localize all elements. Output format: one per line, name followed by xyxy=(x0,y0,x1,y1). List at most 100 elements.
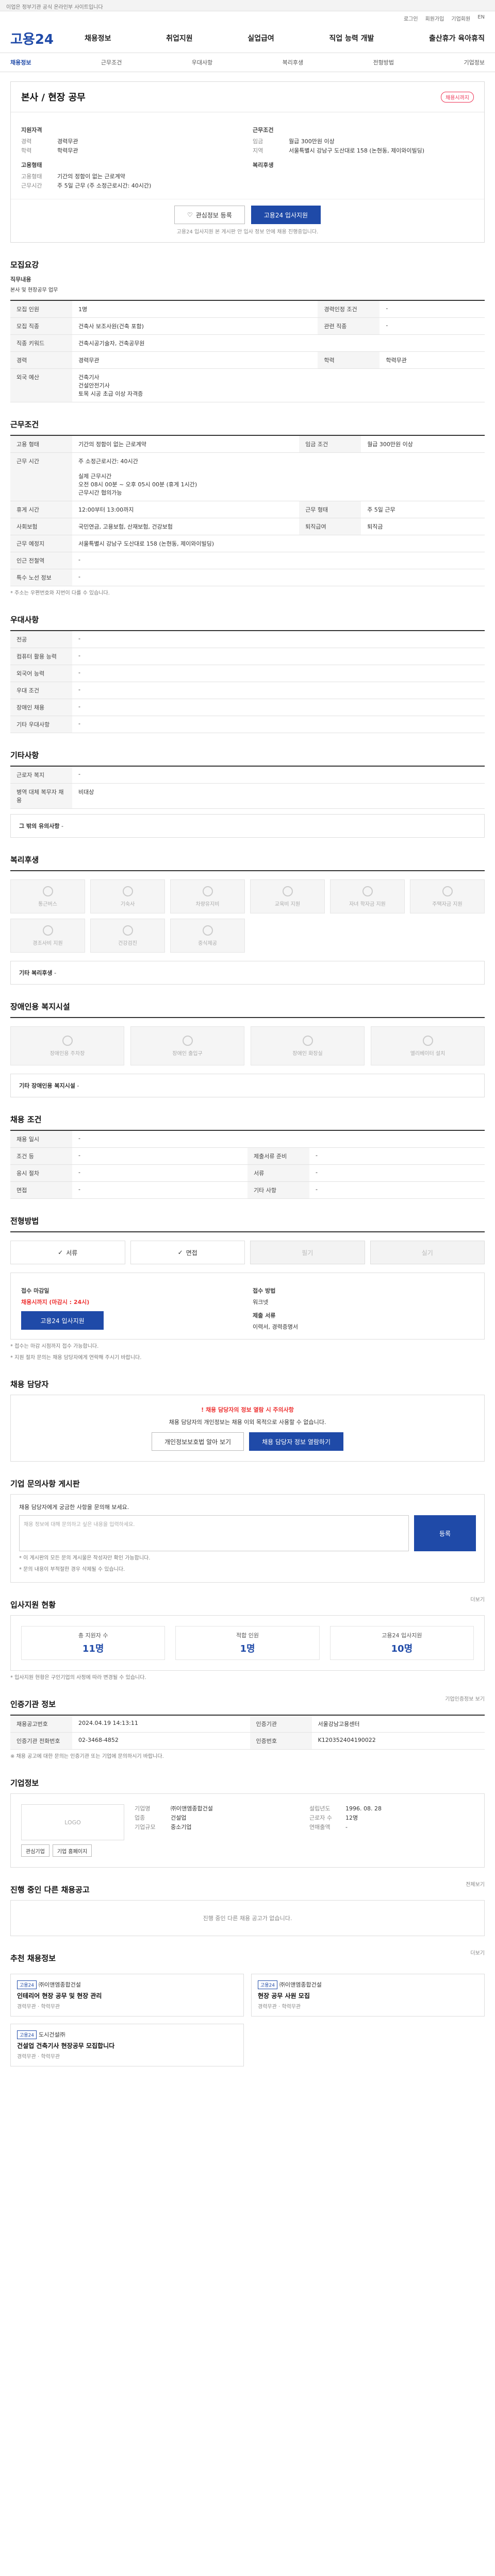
privacy-law-button[interactable]: 개인정보보호법 알아 보기 xyxy=(152,1432,244,1451)
cell-value: - xyxy=(380,300,485,318)
cell-key: 근무 예정지 xyxy=(10,535,72,552)
cert-more-link[interactable]: 기업인증정보 보기 xyxy=(445,1694,485,1702)
cell-key: 근무 시간 xyxy=(10,452,72,501)
cell-key: 고용 형태 xyxy=(10,435,72,453)
access-other-key: 기타 장애인용 복지시설 xyxy=(19,1082,75,1089)
tab-recruit[interactable]: 채용정보 xyxy=(10,58,31,66)
docs-heading: 제출 서류 xyxy=(253,1312,276,1319)
table-row: 면접 - 기타 사항 - xyxy=(10,1181,485,1199)
corp-member-link[interactable]: 기업회원 xyxy=(451,14,470,22)
recommend-card[interactable]: 고용24 ㈜이앤엠종합건설 인테리어 현장 공무 및 현장 관리 경력무관 · 학력무… xyxy=(10,1974,244,2016)
check-icon: ✓ xyxy=(177,1249,183,1256)
tab-preference[interactable]: 우대사항 xyxy=(192,58,212,66)
kv-key: 임금 xyxy=(253,138,263,145)
field-value: - xyxy=(345,1824,348,1831)
cell-value: 건축사 보조사원(건축 포함) xyxy=(72,317,318,335)
contact-warning: ! 채용 담당자의 정보 열람 시 주의사항 xyxy=(201,1406,294,1413)
welfare-card: 중식제공 xyxy=(170,919,245,953)
access-card: 장애인 출입구 xyxy=(130,1026,244,1065)
gnb-benefit[interactable]: 실업급여 xyxy=(248,33,274,43)
save-interest-label: 관심정보 등록 xyxy=(195,211,232,219)
etc-extra-key: 그 밖의 유의사항 xyxy=(19,823,60,829)
qna-submit-button[interactable]: 등록 xyxy=(414,1515,476,1551)
recruit-table: 모집 인원 1명 경력인정 조건 - 모집 직종 건축사 보조사원(건축 포함) 관련 직종… xyxy=(10,300,485,402)
view-contact-button[interactable]: 채용 담당자 정보 열람하기 xyxy=(249,1432,343,1451)
table-row: 장애인 채용 - xyxy=(10,699,485,716)
etc-table: 근로자 복지 - 병역 대체 복무자 채용 비대상 xyxy=(10,766,485,809)
method-written: 필기 xyxy=(250,1241,365,1264)
welfare-label: 건강검진 xyxy=(118,940,137,946)
cell-key: 학력 xyxy=(318,351,380,369)
recommend-title[interactable]: 현장 공무 사원 모집 xyxy=(258,1991,478,2000)
conditions-table: 고용 형태 기간의 정함이 없는 근로계약 임금 조건 월급 300만원 이상 근무 시… xyxy=(10,435,485,586)
apply-button-2[interactable]: 고용24 입사지원 xyxy=(21,1311,104,1330)
table-row: 휴게 시간 12:00부터 13:00까지 근무 형태 주 5일 근무 xyxy=(10,501,485,518)
qna-heading: 기업 문의사항 게시판 xyxy=(10,1479,80,1488)
interest-company-button[interactable]: 관심기업 xyxy=(21,1844,50,1857)
table-row: 근무 시간 주 소정근로시간: 40시간 실제 근무시간 오전 08시 00분 ~… xyxy=(10,452,485,501)
cell-key: 서류 xyxy=(248,1164,309,1182)
field-value: 중소기업 xyxy=(171,1824,192,1831)
stat-value: 10명 xyxy=(391,1643,413,1654)
cell-key: 채용 일시 xyxy=(10,1130,72,1148)
recommend-card[interactable]: 고용24 ㈜이앤엠종합건설 현장 공무 사원 모집 경력무관 · 학력무관 xyxy=(251,1974,485,2016)
save-interest-button[interactable]: ♡ 관심정보 등록 xyxy=(174,206,245,224)
preference-heading: 우대사항 xyxy=(10,615,39,624)
recommend-top: 고용24 ㈜이앤엠종합건설 xyxy=(258,1980,478,1989)
login-link[interactable]: 로그인 xyxy=(404,14,418,22)
recommend-title[interactable]: 인테리어 현장 공무 및 현장 관리 xyxy=(17,1991,237,2000)
access-label: 장애인 출입구 xyxy=(172,1050,203,1057)
company-homepage-button[interactable]: 기업 홈페이지 xyxy=(52,1844,92,1857)
tab-company[interactable]: 기업정보 xyxy=(464,58,484,66)
recommend-title[interactable]: 건설업 건축기사 현장공무 모집합니다 xyxy=(17,2041,237,2050)
field-value: ㈜이앤엠종합건설 xyxy=(171,1805,213,1812)
recommend-grid: 고용24 ㈜이앤엠종합건설 인테리어 현장 공무 및 현장 관리 경력무관 · 학력무… xyxy=(10,1974,485,2066)
table-row: 조건 등 - 제출서류 준비 - xyxy=(10,1147,485,1165)
gnb-training[interactable]: 직업 능력 개발 xyxy=(329,33,374,43)
recommend-heading: 추천 채용정보 xyxy=(10,1954,56,1963)
welfare-grid: 통근버스 기숙사 차량유지비 교육비 지원 자녀 학자금 지원 주택자금 지원 경조사비 지… xyxy=(10,870,485,956)
stat-label: 적합 인원 xyxy=(236,1632,259,1639)
gnb-support[interactable]: 취업지원 xyxy=(166,33,193,43)
cell-key: 병역 대체 복무자 채용 xyxy=(10,783,72,809)
source-tag: 고용24 xyxy=(17,2030,37,2039)
lang-link[interactable]: EN xyxy=(477,14,485,21)
cell-key: 직종 키워드 xyxy=(10,334,72,352)
recruit-heading: 모집요강 xyxy=(10,260,39,269)
welfare-icon xyxy=(202,925,213,936)
tab-conditions[interactable]: 근무조건 xyxy=(101,58,122,66)
cell-value: - xyxy=(72,648,485,665)
gnb-jobs[interactable]: 채용정보 xyxy=(85,33,111,43)
cell-value: K120352404190022 xyxy=(311,1732,485,1750)
gnb-leave[interactable]: 출산휴가 육아휴직 xyxy=(429,33,485,43)
site-logo[interactable]: 고용24 xyxy=(10,29,54,48)
apply-button[interactable]: 고용24 입사지원 xyxy=(251,206,321,224)
cell-value: - xyxy=(72,665,485,682)
company-name: 도시건설㈜ xyxy=(39,2031,65,2038)
tab-method[interactable]: 전형방법 xyxy=(373,58,394,66)
recommend-more-link[interactable]: 더보기 xyxy=(470,1948,485,1956)
section-tabs: 채용정보 근무조건 우대사항 복리후생 전형방법 기업정보 xyxy=(0,53,495,72)
cell-key: 인증기관 xyxy=(250,1715,312,1733)
company-info-left: 기업명 ㈜이앤엠종합건설 업종 건설업 기업규모 중소기업 xyxy=(135,1804,299,1857)
recommend-card[interactable]: 고용24 도시건설㈜ 건설업 건축기사 현장공무 모집합니다 경력무관 · 학력무관 xyxy=(10,2024,244,2066)
cell-value: - xyxy=(309,1164,485,1182)
access-other-value: - xyxy=(77,1082,79,1089)
stat-total: 총 지원자 수 11명 xyxy=(21,1626,166,1660)
cell-value: - xyxy=(309,1147,485,1165)
welfare-section-heading: 복리후생 xyxy=(10,855,39,865)
signup-link[interactable]: 회원가입 xyxy=(425,14,444,22)
qna-textarea[interactable]: 채용 정보에 대해 문의하고 싶은 내용을 입력하세요. xyxy=(19,1515,409,1551)
company-field: 근로자 수 12명 xyxy=(309,1814,474,1823)
status-more-link[interactable]: 더보기 xyxy=(470,1595,485,1603)
tab-welfare[interactable]: 복리후생 xyxy=(283,58,303,66)
kv-key: 학력 xyxy=(21,147,32,154)
table-row: 우대 조건 - xyxy=(10,682,485,699)
table-row: 고용 형태 기간의 정함이 없는 근로계약 임금 조건 월급 300만원 이상 xyxy=(10,435,485,453)
cell-value: - xyxy=(72,1181,248,1199)
cell-value: - xyxy=(72,682,485,699)
other-jobs-more-link[interactable]: 전체보기 xyxy=(466,1880,485,1888)
access-label: 장애인 화장실 xyxy=(292,1050,323,1057)
stat-label: 총 지원자 수 xyxy=(78,1632,108,1639)
etc-extra: 그 밖의 유의사항 - xyxy=(10,814,485,838)
